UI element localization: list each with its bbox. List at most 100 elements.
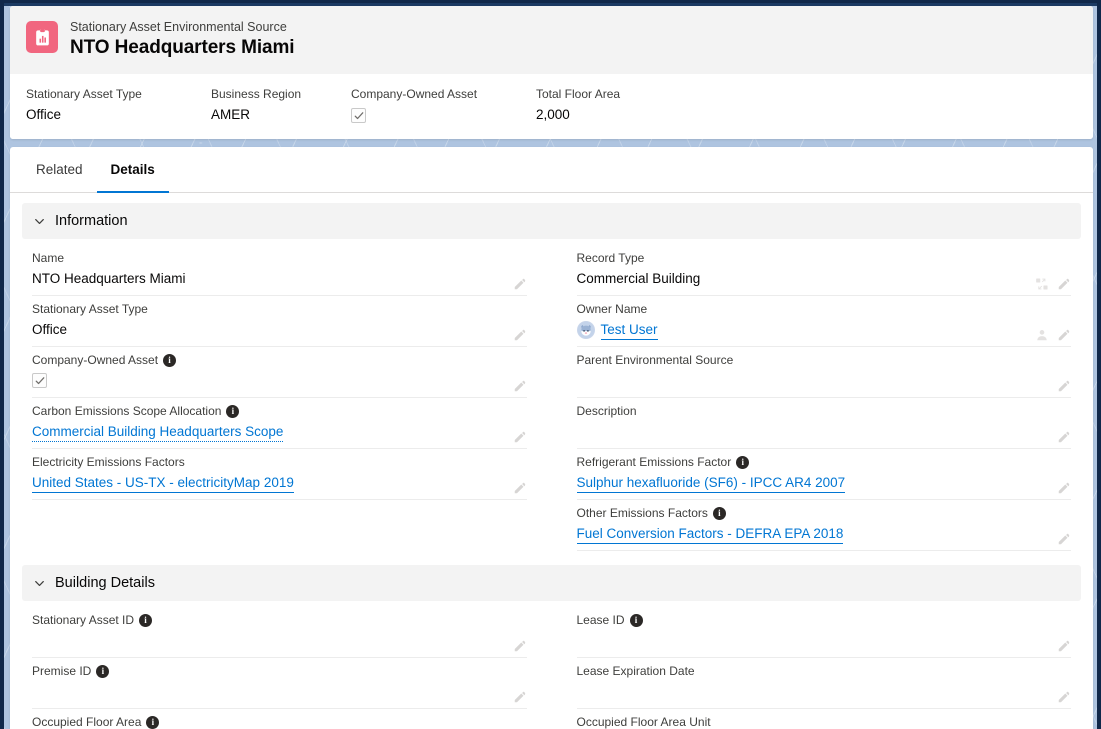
field-value — [577, 681, 1042, 702]
field-name: Name NTO Headquarters Miami — [32, 245, 527, 296]
edit-pencil-icon[interactable] — [1057, 379, 1071, 393]
highlight-field-company-owned-asset: Company-Owned Asset — [351, 86, 536, 125]
field-lease-id: Lease ID i — [576, 607, 1071, 658]
field-label-row: Occupied Floor Area i — [32, 714, 497, 729]
field-premise-id: Premise ID i — [32, 658, 527, 709]
checkbox-checked-icon — [351, 108, 366, 123]
edit-pencil-icon[interactable] — [1057, 639, 1071, 653]
section-header-building-details[interactable]: Building Details — [22, 565, 1081, 601]
column-right: Lease ID i Lease Expiration Date Occupied F… — [576, 607, 1072, 729]
field-label-row: Stationary Asset Type — [32, 301, 497, 319]
field-label: Description — [576, 404, 637, 418]
field-other-emissions-factors: Other Emissions Factors i Fuel Conversion … — [576, 500, 1071, 551]
field-label: Name — [32, 251, 65, 265]
highlight-field-label: Company-Owned Asset — [351, 87, 478, 101]
field-actions — [1057, 639, 1071, 653]
edit-pencil-icon[interactable] — [1057, 430, 1071, 444]
edit-pencil-icon[interactable] — [1057, 532, 1071, 546]
field-label-row: Company-Owned Asset i — [32, 352, 497, 370]
field-actions — [1057, 532, 1071, 546]
column-right: Record Type Commercial Building Owner Name… — [576, 245, 1071, 551]
section-columns: Name NTO Headquarters Miami Stationary Ass… — [22, 245, 1081, 551]
field-owner-name: Owner Name Test User — [576, 296, 1071, 347]
edit-pencil-icon[interactable] — [513, 277, 527, 291]
change-owner-icon[interactable] — [1035, 328, 1049, 342]
edit-pencil-icon[interactable] — [513, 328, 527, 342]
field-label-row: Other Emissions Factors i — [577, 505, 1042, 523]
edit-pencil-icon[interactable] — [1057, 481, 1071, 495]
field-label: Company-Owned Asset — [32, 353, 159, 367]
edit-pencil-icon[interactable] — [513, 690, 527, 704]
field-link[interactable]: Sulphur hexafluoride (SF6) - IPCC AR4 20… — [576, 473, 846, 493]
highlight-field-label: Total Floor Area — [536, 87, 621, 101]
highlight-field-label: Business Region — [211, 87, 302, 101]
field-company-owned-asset: Company-Owned Asset i — [32, 347, 527, 398]
section-header-information[interactable]: Information — [22, 203, 1081, 239]
highlight-field-value: Office — [26, 107, 62, 122]
edit-pencil-icon[interactable] — [1057, 277, 1071, 291]
section-columns: Stationary Asset ID i Premise ID i Occupied … — [22, 607, 1081, 729]
field-label: Stationary Asset Type — [32, 302, 148, 316]
field-label-row: Parent Environmental Source — [577, 352, 1042, 370]
edit-pencil-icon[interactable] — [513, 481, 527, 495]
info-icon[interactable]: i — [146, 716, 160, 729]
edit-pencil-icon[interactable] — [1057, 690, 1071, 704]
info-icon[interactable]: i — [96, 665, 110, 678]
field-label-row: Owner Name — [577, 301, 1042, 319]
field-link[interactable]: United States - US-TX - electricityMap 2… — [32, 473, 294, 493]
field-actions — [1035, 328, 1071, 342]
sections-host: Information Name NTO Headquarters Miami Sta… — [22, 203, 1081, 729]
field-label: Electricity Emissions Factors — [32, 455, 185, 469]
info-icon[interactable]: i — [736, 456, 750, 469]
field-label-row: Premise ID i — [32, 663, 497, 681]
field-label-row: Name — [32, 250, 497, 268]
edit-pencil-icon[interactable] — [513, 639, 527, 653]
field-value — [577, 421, 1042, 442]
field-actions — [513, 639, 527, 653]
field-label-row: Lease Expiration Date — [577, 663, 1042, 681]
chevron-down-icon — [33, 215, 46, 228]
field-value: Office — [32, 319, 497, 340]
edit-pencil-icon[interactable] — [1057, 328, 1071, 342]
tab-details[interactable]: Details — [96, 147, 170, 193]
field-actions — [513, 277, 527, 291]
field-actions — [513, 379, 527, 393]
field-link[interactable]: Fuel Conversion Factors - DEFRA EPA 2018 — [576, 524, 844, 544]
field-actions — [513, 481, 527, 495]
owner-link[interactable]: Test User — [600, 320, 658, 340]
field-carbon-emissions-scope-allocation: Carbon Emissions Scope Allocation i Commer… — [32, 398, 527, 449]
field-actions — [513, 430, 527, 444]
highlight-fields: Stationary Asset Type Office Business Re… — [10, 74, 1093, 139]
info-icon[interactable]: i — [163, 354, 177, 367]
field-actions — [1057, 690, 1071, 704]
field-refrigerant-emissions-factor: Refrigerant Emissions Factor i Sulphur hex… — [576, 449, 1071, 500]
field-occupied-floor-area-unit: Occupied Floor Area Unitsqft — [577, 709, 1072, 729]
field-label-row: Description — [577, 403, 1042, 421]
highlight-field-value: 2,000 — [536, 107, 570, 122]
info-icon[interactable]: i — [226, 405, 240, 418]
section-title: Building Details — [55, 575, 155, 591]
info-icon[interactable]: i — [629, 614, 643, 627]
field-label: Occupied Floor Area Unit — [576, 715, 711, 729]
field-actions — [513, 328, 527, 342]
edit-pencil-icon[interactable] — [513, 430, 527, 444]
field-description: Description — [576, 398, 1071, 449]
field-link[interactable]: Commercial Building Headquarters Scope — [32, 422, 284, 442]
field-value: NTO Headquarters Miami — [32, 268, 497, 289]
field-value — [32, 370, 497, 391]
field-label-row: Lease ID i — [577, 612, 1042, 630]
info-icon[interactable]: i — [712, 507, 726, 520]
field-text: Office — [32, 322, 68, 337]
field-value: Commercial Building Headquarters Scope — [32, 421, 497, 442]
tab-label: Details — [110, 161, 155, 177]
highlight-field-business-region: Business Region AMER — [211, 86, 351, 125]
avatar — [576, 320, 595, 339]
edit-pencil-icon[interactable] — [513, 379, 527, 393]
info-icon[interactable]: i — [139, 614, 153, 627]
field-label: Owner Name — [576, 302, 648, 316]
tab-related[interactable]: Related — [22, 147, 97, 192]
column-left: Stationary Asset ID i Premise ID i Occupied … — [32, 607, 527, 729]
change-record-type-icon[interactable] — [1035, 277, 1049, 291]
field-value — [577, 370, 1042, 391]
